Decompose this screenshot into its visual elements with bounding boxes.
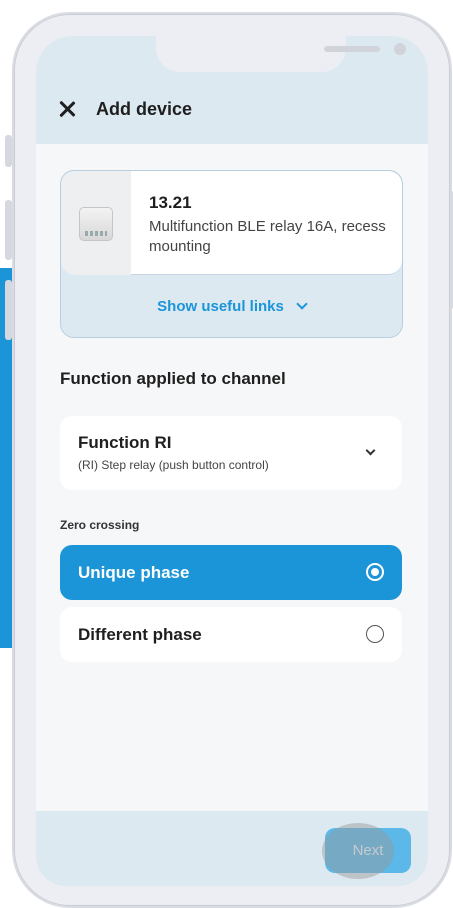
phone-side-button — [5, 200, 12, 260]
status-area — [36, 36, 428, 74]
speaker-grille — [324, 46, 380, 52]
page-title: Add device — [96, 98, 193, 119]
section-title: Function applied to channel — [60, 369, 286, 388]
device-card: 13.21 Multifunction BLE relay 16A, reces… — [60, 170, 403, 338]
show-useful-links-button[interactable]: Show useful links — [61, 275, 402, 337]
function-name: Function RI — [78, 433, 172, 452]
touch-indicator — [322, 823, 394, 879]
footer-bar: Next — [36, 811, 428, 886]
chevron-down-icon — [296, 297, 308, 310]
main-content: 13.21 Multifunction BLE relay 16A, reces… — [36, 144, 428, 814]
zero-crossing-label: Zero crossing — [60, 518, 140, 532]
close-icon[interactable] — [56, 98, 78, 120]
chevron-down-icon — [365, 445, 376, 456]
phone-side-button — [5, 135, 12, 167]
device-code: 13.21 — [149, 193, 192, 212]
option-different-phase[interactable]: Different phase — [60, 607, 402, 662]
option-label: Unique phase — [78, 562, 190, 582]
app-header: Add device — [36, 74, 428, 144]
links-label: Show useful links — [157, 297, 284, 315]
phone-screen: Add device 13.21 Multifunction BLE relay… — [36, 36, 428, 886]
function-dropdown[interactable]: Function RI (RI) Step relay (push button… — [60, 416, 402, 490]
device-description: Multifunction BLE relay 16A, recess moun… — [149, 218, 386, 255]
radio-selected-icon[interactable] — [366, 563, 384, 581]
option-unique-phase[interactable]: Unique phase — [60, 545, 402, 600]
camera-icon — [394, 43, 406, 55]
device-image — [61, 171, 131, 275]
function-description: (RI) Step relay (push button control) — [78, 458, 269, 472]
radio-unselected-icon[interactable] — [366, 625, 384, 643]
device-info: 13.21 Multifunction BLE relay 16A, reces… — [61, 171, 402, 275]
notch — [156, 36, 406, 72]
option-label: Different phase — [78, 624, 202, 644]
relay-image — [79, 207, 113, 241]
phone-side-button — [5, 280, 12, 340]
